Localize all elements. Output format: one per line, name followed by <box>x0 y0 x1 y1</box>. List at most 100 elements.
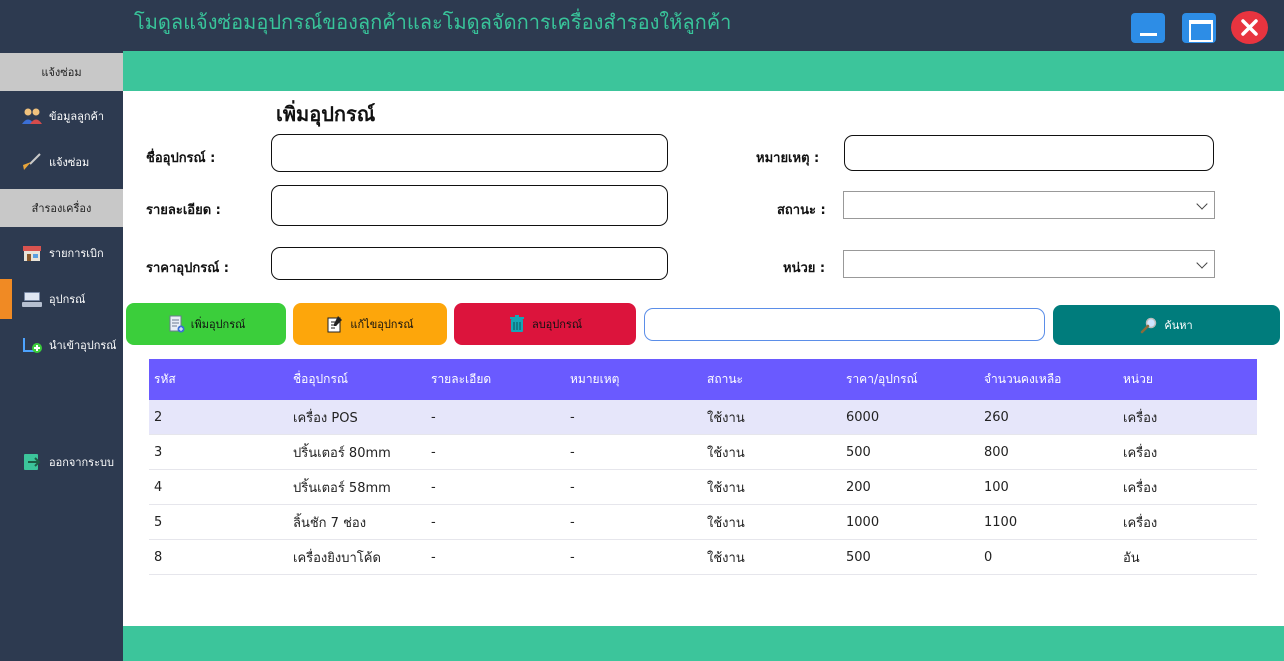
sidebar-item-withdraw[interactable]: รายการเบิก <box>0 233 123 273</box>
note-input[interactable] <box>844 135 1214 171</box>
edit-icon <box>327 316 343 333</box>
delete-device-button[interactable]: ลบอุปกรณ์ <box>454 303 636 345</box>
maximize-button[interactable] <box>1182 13 1216 43</box>
detail-label: รายละเอียด : <box>146 203 221 218</box>
table-cell: 8 <box>154 549 163 565</box>
table-cell: - <box>570 409 575 425</box>
table-cell: 200 <box>846 479 871 495</box>
column-header[interactable]: จำนวนคงเหลือ <box>984 359 1061 400</box>
column-header[interactable]: สถานะ <box>707 359 743 400</box>
search-button-label: ค้นหา <box>1164 319 1193 332</box>
table-cell: 5 <box>154 514 163 530</box>
table-cell: ลิ้นชัก 7 ช่อง <box>293 515 367 531</box>
sidebar-item-label: นำเข้าอุปกรณ์ <box>49 339 117 352</box>
search-button[interactable]: ค้นหา <box>1053 305 1280 345</box>
table-cell: เครื่อง <box>1123 445 1158 461</box>
column-header[interactable]: หมายเหตุ <box>570 359 619 400</box>
minimize-button[interactable] <box>1131 13 1165 43</box>
table-cell: ปริ้นเตอร์ 58mm <box>293 480 391 496</box>
table-cell: 260 <box>984 409 1009 425</box>
users-icon <box>22 108 42 124</box>
sidebar-item-import[interactable]: นำเข้าอุปกรณ์ <box>0 325 123 365</box>
sidebar-item-label: ออกจากระบบ <box>49 456 114 469</box>
sidebar-item-customer[interactable]: ข้อมูลลูกค้า <box>0 96 123 136</box>
table-cell: - <box>570 479 575 495</box>
table-cell: - <box>431 479 436 495</box>
sidebar-item-repair[interactable]: แจ้งซ่อม <box>0 142 123 182</box>
edit-device-button[interactable]: แก้ไขอุปกรณ์ <box>293 303 447 345</box>
trash-icon <box>509 315 524 332</box>
sidebar-item-device[interactable]: อุปกรณ์ <box>0 279 123 319</box>
table-cell: 100 <box>984 479 1009 495</box>
table-cell: 800 <box>984 444 1009 460</box>
column-header[interactable]: รหัส <box>154 359 176 400</box>
top-accent-bar <box>123 51 1284 91</box>
column-header[interactable]: รายละเอียด <box>431 359 491 400</box>
table-row[interactable]: 2 เครื่อง POS - - ใช้งาน 6000 260 เครื่อ… <box>149 400 1257 435</box>
table-cell: - <box>431 409 436 425</box>
table-cell: - <box>570 549 575 565</box>
unit-select[interactable] <box>843 250 1215 278</box>
table-cell: - <box>570 444 575 460</box>
bottom-accent-bar <box>123 626 1284 661</box>
add-button-label: เพิ่มอุปกรณ์ <box>190 318 246 331</box>
search-input[interactable] <box>644 308 1045 341</box>
device-table: รหัส ชื่ออุปกรณ์ รายละเอียด หมายเหตุ สถา… <box>149 359 1257 575</box>
table-row[interactable]: 3 ปริ้นเตอร์ 80mm - - ใช้งาน 500 800 เคร… <box>149 435 1257 470</box>
column-header[interactable]: ราคา/อุปกรณ์ <box>846 359 918 400</box>
title-bar: โมดูลแจ้งซ่อมอุปกรณ์ของลูกค้าและโมดูลจัด… <box>0 0 1284 51</box>
table-cell: 4 <box>154 479 163 495</box>
store-icon <box>23 246 41 261</box>
table-cell: 0 <box>984 549 993 565</box>
table-cell: - <box>431 444 436 460</box>
close-button[interactable] <box>1231 11 1268 44</box>
sidebar-item-label: ข้อมูลลูกค้า <box>49 110 105 123</box>
column-header[interactable]: ชื่ออุปกรณ์ <box>293 359 348 400</box>
sidebar-section-repair: แจ้งซ่อม <box>0 53 123 91</box>
table-row[interactable]: 8 เครื่องยิงบาโค้ด - - ใช้งาน 500 0 อัน <box>149 540 1257 575</box>
column-header[interactable]: หน่วย <box>1123 359 1153 400</box>
table-cell: 3 <box>154 444 163 460</box>
edit-button-label: แก้ไขอุปกรณ์ <box>350 318 414 331</box>
table-header: รหัส ชื่ออุปกรณ์ รายละเอียด หมายเหตุ สถา… <box>149 359 1257 400</box>
sidebar-item-label: แจ้งซ่อม <box>49 156 90 169</box>
import-icon <box>23 338 42 353</box>
price-input[interactable] <box>271 247 668 280</box>
table-cell: อัน <box>1123 550 1140 566</box>
table-cell: 1100 <box>984 514 1018 530</box>
table-cell: - <box>431 549 436 565</box>
table-cell: 1000 <box>846 514 880 530</box>
unit-label: หน่วย : <box>783 261 826 276</box>
add-device-button[interactable]: เพิ่มอุปกรณ์ <box>126 303 286 345</box>
chevron-down-icon <box>1196 257 1208 269</box>
table-cell: 6000 <box>846 409 880 425</box>
table-cell: ปริ้นเตอร์ 80mm <box>293 445 391 461</box>
table-cell: เครื่อง <box>1123 410 1158 426</box>
form-title: เพิ่มอุปกรณ์ <box>276 102 376 126</box>
detail-input[interactable] <box>271 185 668 226</box>
table-cell: 500 <box>846 549 871 565</box>
price-label: ราคาอุปกรณ์ : <box>146 261 229 276</box>
sidebar: แจ้งซ่อม ข้อมูลลูกค้า แจ้งซ่อม สำรองเครื… <box>0 51 123 661</box>
window-title: โมดูลแจ้งซ่อมอุปกรณ์ของลูกค้าและโมดูลจัด… <box>134 10 732 34</box>
delete-button-label: ลบอุปกรณ์ <box>531 318 583 331</box>
table-cell: เครื่อง POS <box>293 410 358 426</box>
table-cell: เครื่อง <box>1123 515 1158 531</box>
note-label: หมายเหตุ : <box>756 151 820 166</box>
table-cell: เครื่องยิงบาโค้ด <box>293 550 381 566</box>
table-cell: - <box>431 514 436 530</box>
status-label: สถานะ : <box>777 203 826 218</box>
table-cell: ใช้งาน <box>707 550 745 566</box>
sidebar-item-logout[interactable]: ออกจากระบบ <box>0 442 123 482</box>
table-cell: 2 <box>154 409 163 425</box>
name-input[interactable] <box>271 134 668 172</box>
table-row[interactable]: 5 ลิ้นชัก 7 ช่อง - - ใช้งาน 1000 1100 เค… <box>149 505 1257 540</box>
name-label: ชื่ออุปกรณ์ : <box>146 151 216 166</box>
table-cell: ใช้งาน <box>707 515 745 531</box>
table-cell: ใช้งาน <box>707 410 745 426</box>
status-select[interactable] <box>843 191 1215 219</box>
logout-icon <box>24 454 41 470</box>
chevron-down-icon <box>1196 198 1208 210</box>
table-cell: เครื่อง <box>1123 480 1158 496</box>
table-row[interactable]: 4 ปริ้นเตอร์ 58mm - - ใช้งาน 200 100 เคร… <box>149 470 1257 505</box>
